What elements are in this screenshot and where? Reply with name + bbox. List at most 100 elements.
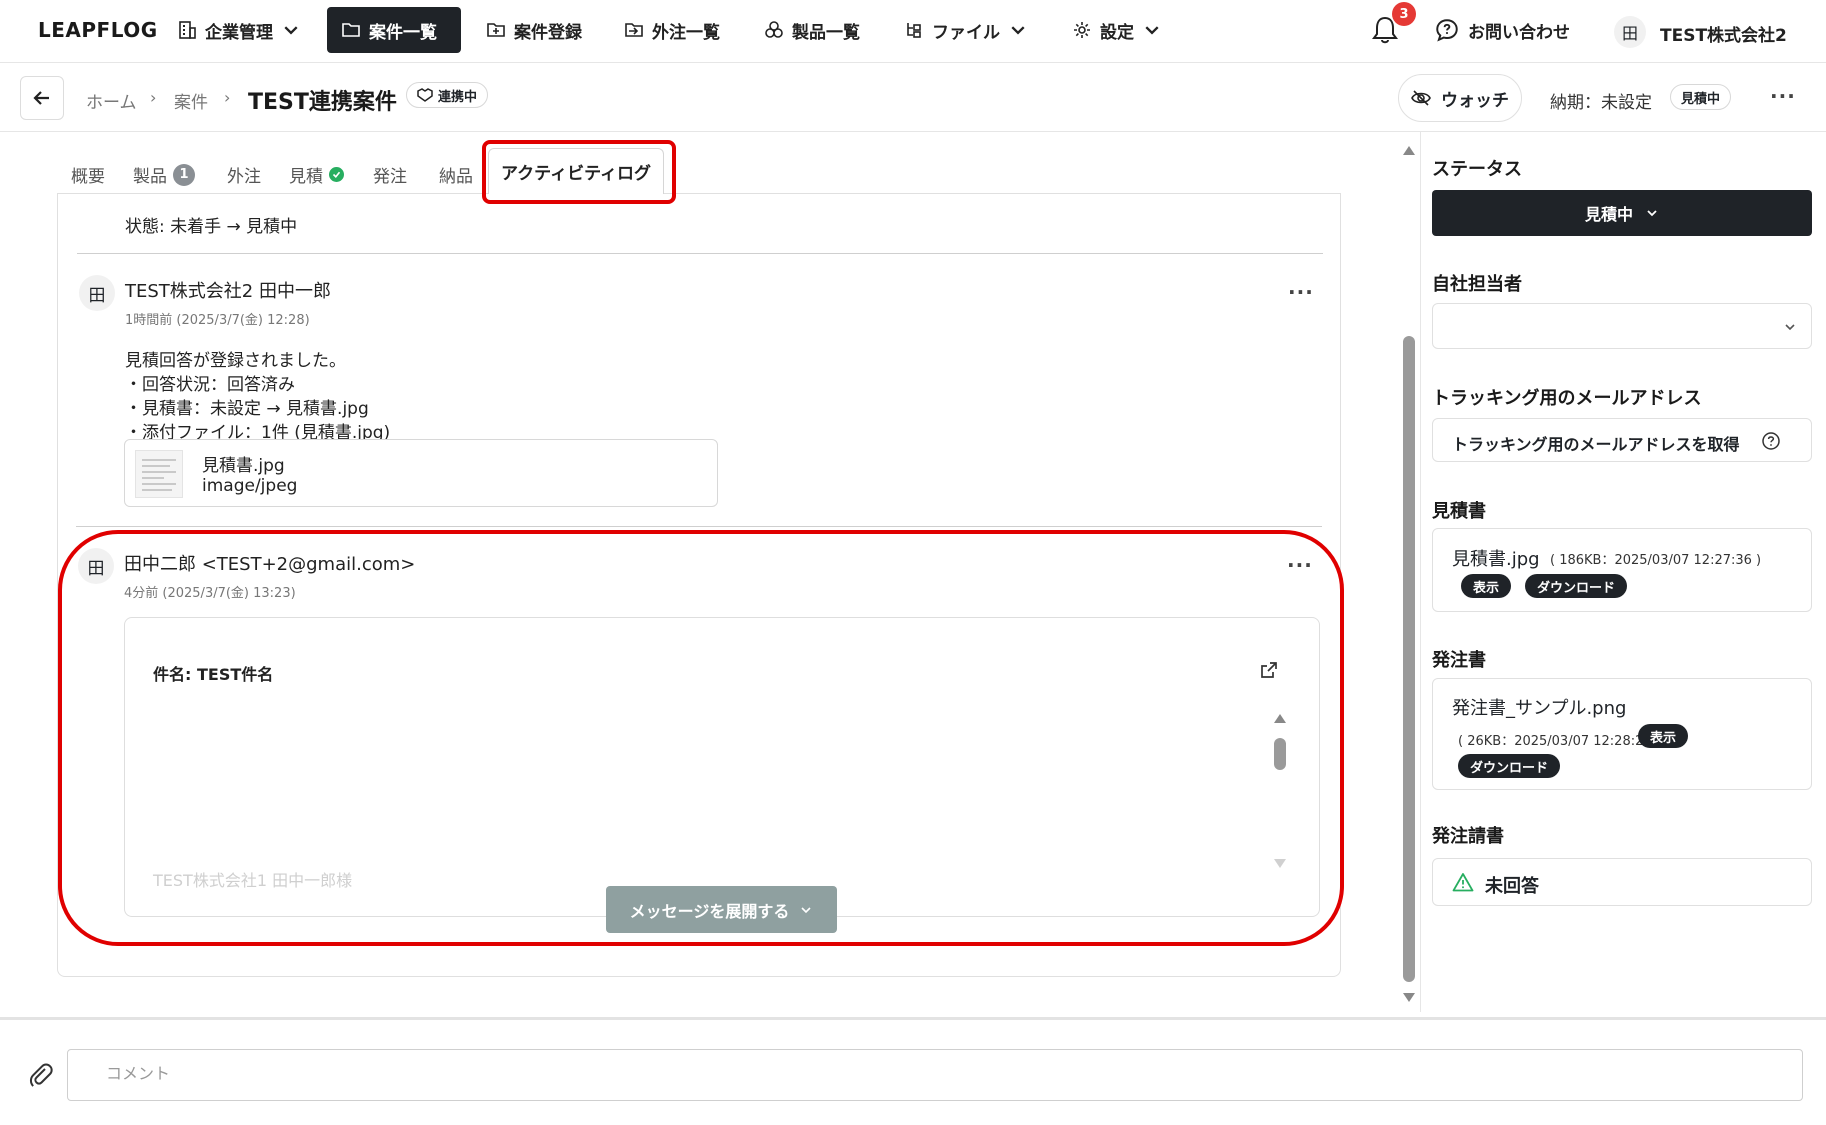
- quote-file-meta: ( 186KB：2025/03/07 12:27:36 ): [1550, 553, 1762, 568]
- chevron-down-icon: [1011, 26, 1025, 35]
- nav-label: 設定: [1100, 22, 1134, 43]
- gear-icon: [1074, 22, 1090, 38]
- entry-line: ・見積書：未設定 → 見積書.jpg: [125, 399, 369, 419]
- eye-off-icon: [1411, 90, 1431, 106]
- folder-icon: [342, 23, 360, 37]
- po-file-card: 発注書_サンプル.png ( 26KB：2025/03/07 12:28:27 …: [1432, 678, 1812, 790]
- tab-outsource[interactable]: 外注: [227, 162, 261, 187]
- scroll-thumb[interactable]: [1403, 336, 1415, 982]
- company-avatar[interactable]: 田: [1614, 16, 1646, 48]
- po-download-button[interactable]: ダウンロード: [1458, 754, 1561, 778]
- tracking-section-title: トラッキング用のメールアドレス: [1432, 388, 1702, 409]
- nav-label: ファイル: [932, 22, 1000, 43]
- contact-label: お問い合わせ: [1468, 22, 1570, 43]
- file-tree-icon: [907, 23, 921, 38]
- app-logo[interactable]: LEAPFLOG: [38, 18, 158, 42]
- handshake-icon: [417, 88, 433, 102]
- divider: [76, 526, 1322, 527]
- nav-label: 外注一覧: [652, 22, 720, 43]
- attachment-card[interactable]: 見積書.jpg image/jpeg: [124, 439, 718, 507]
- nav-files[interactable]: ファイル: [890, 7, 1042, 53]
- entry-more-button[interactable]: ···: [1288, 280, 1314, 304]
- avatar: 田: [79, 275, 115, 311]
- owner-select[interactable]: [1432, 303, 1812, 349]
- notification-count-badge: 3: [1392, 2, 1416, 26]
- status-section-title: ステータス: [1432, 159, 1522, 180]
- breadcrumb-separator: ›: [224, 88, 231, 107]
- warning-triangle-icon: [1452, 873, 1474, 892]
- attachment-name: 見積書.jpg: [202, 456, 285, 476]
- quote-file-name: 見積書.jpg: [1452, 549, 1540, 570]
- contact-link[interactable]: お問い合わせ: [1420, 7, 1584, 53]
- tab-quote[interactable]: 見積: [289, 162, 344, 187]
- page-scrollbar[interactable]: [1400, 140, 1418, 1010]
- chat-question-icon: [1436, 19, 1458, 42]
- nav-project-list[interactable]: 案件一覧: [327, 7, 461, 53]
- entry-line: ・回答状況：回答済み: [125, 375, 295, 395]
- entry-timestamp: 1時間前 (2025/3/7(金) 12:28): [125, 313, 310, 328]
- tab-delivery[interactable]: 納品: [439, 162, 473, 187]
- image-thumbnail: [135, 450, 183, 498]
- po-file-meta: ( 26KB：2025/03/07 12:28:27 ): [1458, 734, 1661, 749]
- nav-project-register[interactable]: 案件登録: [472, 7, 596, 53]
- nav-label: 案件一覧: [369, 22, 437, 43]
- sidebar-divider: [1420, 132, 1421, 1012]
- po-section-title: 発注書: [1432, 650, 1486, 671]
- po-view-button[interactable]: 表示: [1638, 724, 1689, 748]
- quote-file-card: 見積書.jpg ( 186KB：2025/03/07 12:27:36 ) 表示…: [1432, 528, 1812, 612]
- state-change-text: 状態: 未着手 → 見積中: [125, 217, 298, 237]
- po-confirm-status: 未回答: [1485, 876, 1539, 897]
- nav-company-management[interactable]: 企業管理: [163, 7, 315, 53]
- nav-label: 製品一覧: [792, 22, 860, 43]
- paperclip-icon[interactable]: [28, 1062, 54, 1088]
- top-navigation: LEAPFLOG 企業管理 案件一覧 案件登録 外注一覧 製品一覧 ファイル 設…: [0, 0, 1826, 63]
- quote-download-button[interactable]: ダウンロード: [1525, 574, 1628, 598]
- nav-label: 企業管理: [205, 22, 273, 43]
- building-icon: [179, 21, 196, 39]
- breadcrumb-separator: ›: [150, 88, 157, 107]
- annotation-highlight-email-entry: [58, 530, 1344, 946]
- nav-product-list[interactable]: 製品一覧: [750, 7, 874, 53]
- chevron-down-icon: [1647, 210, 1657, 217]
- status-dropdown[interactable]: 見積中: [1432, 190, 1812, 236]
- folder-plus-icon: [487, 23, 505, 37]
- folder-arrow-icon: [625, 23, 643, 37]
- help-circle-icon[interactable]: [1761, 431, 1781, 451]
- nav-outsource-list[interactable]: 外注一覧: [610, 7, 734, 53]
- breadcrumb-home[interactable]: ホーム: [86, 88, 137, 113]
- po-file-name: 発注書_サンプル.png: [1452, 698, 1627, 719]
- page-title: TEST連携案件: [248, 90, 397, 115]
- owner-section-title: 自社担当者: [1432, 274, 1522, 295]
- get-tracking-email-button[interactable]: トラッキング用のメールアドレスを取得: [1432, 418, 1812, 462]
- divider: [77, 253, 1323, 254]
- arrow-left-icon: [33, 91, 49, 105]
- tab-overview[interactable]: 概要: [71, 162, 105, 187]
- annotation-highlight-tab: [482, 140, 676, 204]
- tab-products[interactable]: 製品 1: [133, 162, 195, 187]
- company-name[interactable]: TEST株式会社2: [1660, 21, 1787, 46]
- due-date-text: 納期：未設定: [1550, 93, 1652, 113]
- chevron-down-icon: [1145, 26, 1159, 35]
- po-confirm-section-title: 発注請書: [1432, 826, 1504, 847]
- chevron-down-icon: [1785, 324, 1795, 331]
- nav-settings[interactable]: 設定: [1058, 7, 1176, 53]
- quote-section-title: 見積書: [1432, 501, 1486, 522]
- entry-author: TEST株式会社2 田中一郎: [125, 281, 331, 302]
- attachment-type: image/jpeg: [202, 476, 298, 496]
- scroll-down-arrow-icon[interactable]: [1402, 992, 1416, 1004]
- page-subheader: ホーム › 案件 › TEST連携案件 連携中 ウォッチ 納期：未設定 見積中 …: [0, 64, 1826, 132]
- entry-line: 見積回答が登録されました。: [125, 351, 346, 371]
- tab-count-badge: 1: [173, 163, 195, 186]
- po-confirm-status-card: 未回答: [1432, 858, 1812, 906]
- comment-input[interactable]: [67, 1049, 1803, 1101]
- link-status-badge: 連携中: [406, 82, 489, 108]
- back-button[interactable]: [20, 76, 64, 120]
- tab-order[interactable]: 発注: [373, 162, 407, 187]
- nav-label: 案件登録: [514, 22, 582, 43]
- watch-button[interactable]: ウォッチ: [1398, 74, 1522, 122]
- status-badge: 見積中: [1670, 84, 1732, 110]
- scroll-up-arrow-icon[interactable]: [1402, 144, 1416, 156]
- breadcrumb-projects[interactable]: 案件: [174, 88, 208, 113]
- quote-view-button[interactable]: 表示: [1461, 574, 1512, 598]
- more-menu-button[interactable]: ···: [1770, 84, 1796, 108]
